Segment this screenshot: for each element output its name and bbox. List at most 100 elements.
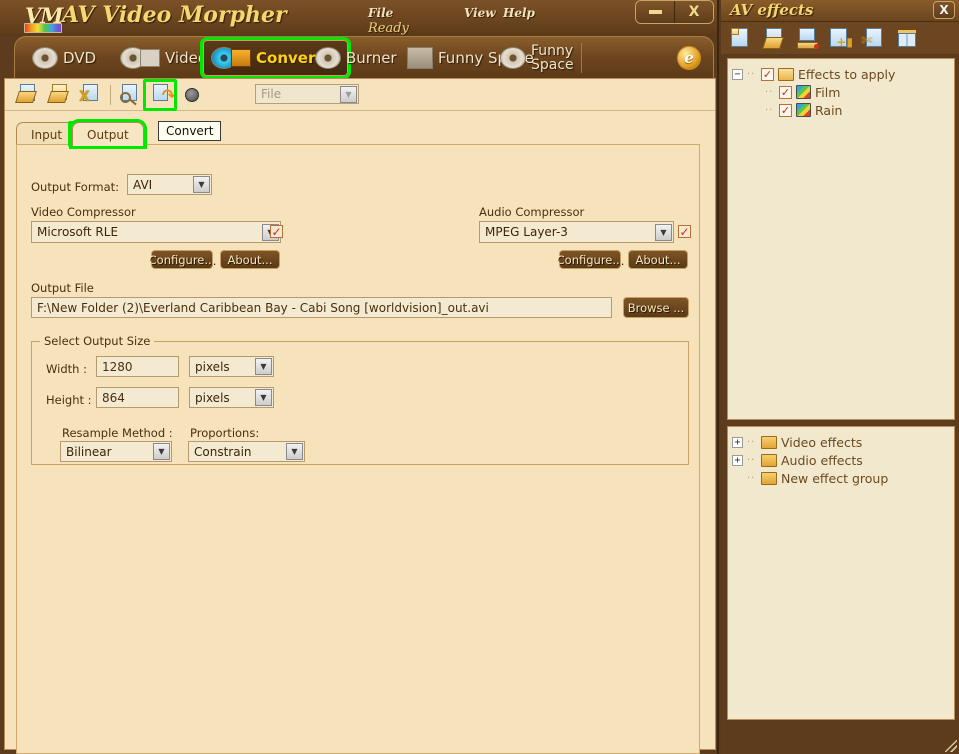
folder-icon — [761, 435, 777, 449]
dvd-disc-icon — [32, 47, 58, 69]
height-unit-combo[interactable]: pixels ▼ — [189, 387, 274, 408]
split-view-icon[interactable] — [894, 28, 920, 50]
open-file-list-icon[interactable] — [47, 83, 75, 107]
select-output-size-group: Select Output Size Width : 1280 pixels ▼… — [31, 334, 689, 465]
preview-icon[interactable] — [117, 83, 145, 107]
file-combo[interactable]: File ▼ — [255, 84, 359, 104]
convert-tooltip: Convert — [158, 121, 222, 141]
audio-compressor-combo[interactable]: MPEG Layer-3 ▼ — [479, 221, 674, 243]
tree-item-video-effects[interactable]: + ·· Video effects — [732, 433, 950, 451]
tree-item-rain[interactable]: ·· ✓ Rain — [732, 101, 950, 119]
select-output-size-title: Select Output Size — [40, 334, 155, 348]
converter-film-icon — [231, 49, 251, 67]
toolbar-separator — [110, 85, 111, 105]
chevron-down-icon[interactable]: ▼ — [153, 443, 170, 460]
height-input[interactable]: 864 — [96, 387, 179, 408]
tree-item-audio-effects[interactable]: + ·· Audio effects — [732, 451, 950, 469]
expand-icon[interactable]: + — [732, 454, 743, 466]
web-link-icon[interactable]: e — [677, 46, 701, 70]
browse-button[interactable]: Browse ... — [623, 297, 689, 318]
audio-compressor-label: Audio Compressor — [479, 205, 585, 219]
output-format-combo[interactable]: AVI ▼ — [127, 174, 212, 195]
video-configure-button[interactable]: Configure... — [149, 250, 215, 269]
menu-help[interactable]: Help — [503, 6, 535, 20]
chevron-down-icon[interactable]: ▼ — [655, 223, 672, 241]
proportions-value: Constrain — [194, 444, 252, 459]
tree-checkbox[interactable]: ✓ — [779, 103, 792, 117]
output-file-input[interactable]: F:\New Folder (2)\Everland Caribbean Bay… — [31, 297, 612, 318]
video-compressor-combo[interactable]: Microsoft RLE ▼ — [31, 221, 281, 243]
tree-item-effects-to-apply[interactable]: − ·· ✓ Effects to apply — [732, 65, 950, 83]
funny-space-icon — [500, 47, 526, 69]
product-tab-dvd[interactable]: DVD — [25, 40, 103, 76]
video-compressor-value: Microsoft RLE — [37, 225, 119, 239]
expand-icon[interactable]: + — [732, 436, 743, 448]
tree-line: ·· — [747, 472, 756, 484]
chevron-down-icon[interactable]: ▼ — [340, 85, 357, 103]
remove-file-icon[interactable]: X — [78, 83, 106, 107]
menu-file[interactable]: File — [368, 6, 393, 20]
av-effects-close-button[interactable]: X — [933, 1, 955, 19]
resample-method-label: Resample Method : — [62, 426, 173, 440]
collapse-icon[interactable]: − — [732, 68, 743, 80]
effect-icon — [796, 85, 811, 99]
add-effect-group-icon[interactable]: +▮ — [828, 28, 854, 50]
tree-item-label: Film — [815, 84, 841, 100]
tree-line: ·· — [747, 436, 756, 448]
output-format-value: AVI — [133, 177, 153, 192]
minimize-button[interactable] — [636, 1, 674, 23]
video-compressor-checkbox[interactable]: ✓ — [270, 225, 283, 238]
product-tab-funny-space[interactable]: Funny Space — [493, 40, 581, 76]
tree-line: ·· — [747, 454, 756, 466]
tree-item-label: Rain — [815, 102, 843, 118]
proportions-label: Proportions: — [190, 426, 260, 440]
av-effects-toolbar: +▮ ✄ — [721, 22, 959, 54]
logo-rainbow-bar — [24, 23, 62, 33]
audio-configure-button[interactable]: Configure... — [557, 250, 623, 269]
tab-output[interactable]: Output — [69, 119, 147, 149]
width-label: Width : — [46, 362, 87, 376]
av-effects-title-bar: AV effects X — [721, 0, 959, 22]
video-about-button[interactable]: About... — [220, 250, 280, 269]
close-button[interactable]: X — [674, 1, 713, 23]
menu-view[interactable]: View — [464, 6, 496, 20]
width-input[interactable]: 1280 — [96, 356, 179, 377]
tab-separator — [581, 43, 582, 73]
audio-compressor-checkbox[interactable]: ✓ — [678, 225, 691, 238]
delete-effect-icon[interactable]: ✄ — [861, 28, 887, 50]
app-title: AV Video Morpher — [62, 2, 287, 28]
main-window: VM AV Video Morpher File View Help Ready… — [0, 0, 719, 754]
stop-icon[interactable] — [179, 83, 207, 107]
applied-effects-tree[interactable]: − ·· ✓ Effects to apply ·· ✓ Film ·· ✓ R… — [727, 58, 955, 420]
product-tab-burner[interactable]: Burner — [308, 40, 404, 76]
open-video-icon[interactable] — [15, 83, 43, 107]
resample-method-value: Bilinear — [66, 444, 112, 459]
open-effect-icon[interactable] — [762, 28, 788, 50]
product-tab-video[interactable]: Video — [113, 40, 214, 76]
width-unit-combo[interactable]: pixels ▼ — [189, 356, 274, 377]
proportions-combo[interactable]: Constrain ▼ — [188, 441, 305, 462]
audio-about-button[interactable]: About... — [628, 250, 688, 269]
title-bar: VM AV Video Morpher File View Help Ready… — [0, 0, 717, 36]
tree-item-new-effect-group[interactable]: ·· New effect group — [732, 469, 950, 487]
chevron-down-icon[interactable]: ▼ — [286, 443, 303, 460]
chevron-down-icon[interactable]: ▼ — [255, 389, 272, 406]
new-effect-icon[interactable] — [729, 28, 755, 50]
tree-checkbox[interactable]: ✓ — [761, 67, 774, 81]
av-effects-title: AV effects — [730, 1, 814, 19]
tree-item-film[interactable]: ·· ✓ Film — [732, 83, 950, 101]
effects-library-tree[interactable]: + ·· Video effects + ·· Audio effects ··… — [727, 426, 955, 720]
chevron-down-icon[interactable]: ▼ — [193, 176, 210, 193]
product-tab-burner-label: Burner — [346, 49, 397, 67]
save-effect-icon[interactable] — [795, 28, 821, 50]
av-effects-window: AV effects X +▮ ✄ − ·· ✓ Effects to appl… — [721, 0, 959, 754]
tree-line: ·· — [765, 86, 774, 98]
chevron-down-icon[interactable]: ▼ — [255, 358, 272, 375]
tree-checkbox[interactable]: ✓ — [779, 85, 792, 99]
product-tab-bar: DVD Video Converter Burner Funny Space F… — [14, 36, 714, 79]
resample-method-combo[interactable]: Bilinear ▼ — [60, 441, 172, 462]
resize-grip[interactable] — [945, 740, 957, 752]
tree-item-label: Audio effects — [781, 452, 863, 468]
